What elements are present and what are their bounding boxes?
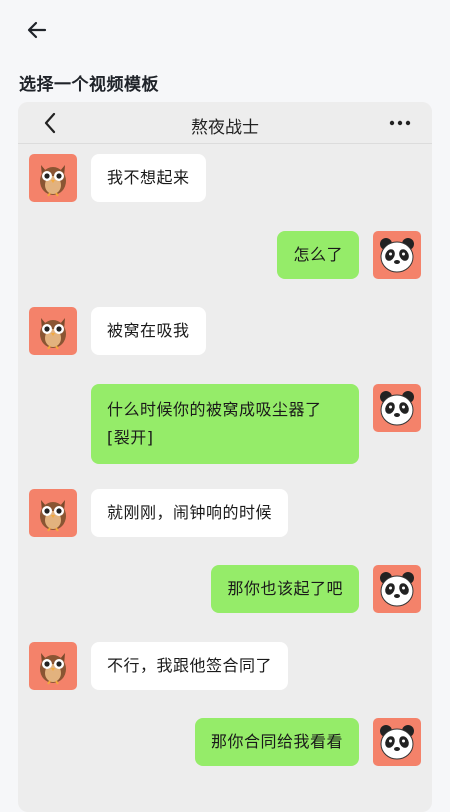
page-title: 选择一个视频模板 (19, 75, 159, 95)
owl-avatar (29, 489, 77, 537)
owl-avatar (29, 642, 77, 690)
chat-bubble-outgoing[interactable]: 什么时候你的被窝成吸尘器了[裂开] (91, 384, 359, 464)
owl-avatar (29, 307, 77, 355)
panda-avatar (373, 231, 421, 279)
chat-bubble-incoming[interactable]: 不行，我跟他签合同了 (91, 642, 289, 690)
chat-bubble-incoming[interactable]: 被窝在吸我 (91, 307, 206, 355)
chat-header: 熬夜战士 (18, 102, 432, 144)
back-button[interactable] (20, 14, 54, 46)
arrow-left-icon (27, 21, 47, 39)
chat-bubble-incoming[interactable]: 我不想起来 (91, 154, 206, 202)
more-dots-icon (389, 120, 411, 126)
top-bar (0, 0, 450, 60)
panda-icon (380, 725, 414, 760)
chat-template-preview[interactable]: 熬夜战士 我不想起来 怎么了 被窝在吸我 什么时候你的被窝成吸尘器了[裂开] 就… (18, 102, 432, 812)
owl-icon (40, 500, 66, 532)
owl-avatar (29, 154, 77, 202)
panda-avatar (373, 565, 421, 613)
chat-more-button[interactable] (386, 114, 414, 132)
owl-icon (40, 653, 66, 685)
panda-avatar (373, 384, 421, 432)
owl-icon (40, 165, 66, 197)
chat-title: 熬夜战士 (191, 118, 259, 138)
panda-icon (380, 391, 414, 426)
chat-bubble-outgoing[interactable]: 那你也该起了吧 (211, 565, 359, 613)
chat-bubble-incoming[interactable]: 就刚刚，闹钟响的时候 (91, 489, 289, 537)
panda-avatar (373, 718, 421, 766)
chat-bubble-outgoing[interactable]: 那你合同给我看看 (194, 718, 359, 766)
panda-icon (380, 238, 414, 273)
panda-icon (380, 572, 414, 607)
owl-icon (40, 318, 66, 350)
chat-bubble-outgoing[interactable]: 怎么了 (277, 231, 359, 279)
